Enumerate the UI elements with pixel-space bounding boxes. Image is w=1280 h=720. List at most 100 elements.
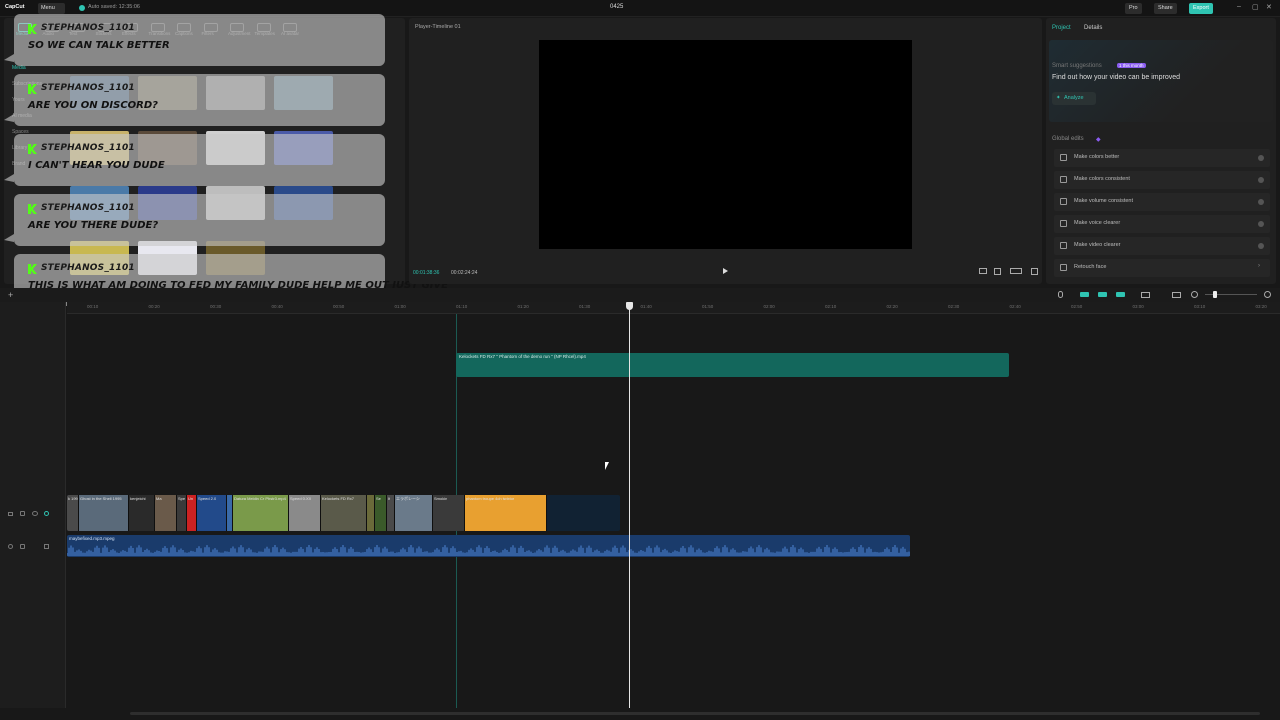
video-clip[interactable]: Kelockets FD Rx7	[321, 495, 367, 531]
zoom-out-icon[interactable]	[1191, 291, 1198, 298]
link-icon[interactable]	[1098, 292, 1107, 297]
timeline-scrollbar[interactable]	[130, 712, 1260, 715]
video-clip[interactable]: エラボレーシ	[395, 495, 433, 531]
playhead[interactable]	[629, 302, 630, 708]
smart-suggestions-card	[1049, 40, 1273, 122]
magnet-icon[interactable]	[1080, 292, 1089, 297]
smart-suggestions-title: Smart suggestions	[1052, 63, 1102, 69]
track-headers	[0, 302, 66, 708]
ruler-tick: 02:50	[1071, 304, 1083, 309]
ruler-tick: 02:30	[948, 304, 960, 309]
ruler-tick: 02:10	[825, 304, 837, 309]
audio-track-icon	[8, 544, 13, 549]
ruler-tick: 03:00	[1132, 304, 1144, 309]
global-edit-make-video-clearer[interactable]: Make video clearer	[1054, 237, 1270, 255]
playhead-handle[interactable]	[626, 302, 633, 310]
ruler-tick: 02:40	[1009, 304, 1021, 309]
preview-axis-icon[interactable]	[1116, 292, 1125, 297]
waveform-bars	[67, 545, 910, 556]
close-icon[interactable]: ✕	[1266, 3, 1272, 11]
mute-icon[interactable]	[44, 544, 49, 549]
audio-toggle-icon[interactable]	[44, 511, 49, 516]
mic-icon[interactable]	[1058, 291, 1063, 298]
chat-message: STEPHANOS_1101 I can't hear you dude	[4, 134, 385, 186]
minimize-icon[interactable]: –	[1237, 3, 1241, 10]
video-clip[interactable]: Datura Meldin Cr Phstr3.mp4	[233, 495, 289, 531]
video-clip[interactable]: Speed 2.0	[197, 495, 227, 531]
audio-lock-icon[interactable]	[20, 544, 25, 549]
fullscreen-icon[interactable]	[1031, 268, 1038, 275]
chat-username: STEPHANOS_1101	[41, 83, 135, 93]
ruler-tick: 03:10	[1194, 304, 1206, 309]
video-clip[interactable]: phantom troupe 4ch twixtor	[465, 495, 547, 531]
kick-icon	[28, 204, 37, 214]
clip-name: Kelockets FD Rx7	[322, 496, 355, 501]
fit-icon[interactable]	[979, 268, 987, 274]
chat-username: STEPHANOS_1101	[41, 143, 135, 153]
zoom-handle[interactable]	[1213, 291, 1217, 298]
crop-icon[interactable]	[994, 268, 1001, 275]
chat-tail	[4, 54, 14, 62]
pro-button[interactable]: Pro	[1125, 3, 1142, 14]
video-clip[interactable]: Smokin	[433, 495, 465, 531]
play-icon[interactable]	[723, 268, 728, 274]
global-edit-make-volume-consistent[interactable]: Make volume consistent	[1054, 193, 1270, 211]
chat-message: STEPHANOS_1101 Are you on discord?	[4, 74, 385, 126]
video-clip[interactable]: It	[387, 495, 395, 531]
player-title: Player-Timeline 01	[415, 24, 461, 30]
ruler-tick: 03:20	[1255, 304, 1267, 309]
maximize-icon[interactable]: ▢	[1252, 3, 1259, 11]
analyze-button[interactable]: ✦ Analyze	[1052, 92, 1096, 105]
global-edit-make-colors-consistent[interactable]: Make colors consistent	[1054, 171, 1270, 189]
ratio-icon[interactable]	[1010, 268, 1022, 274]
project-title: 0425	[610, 4, 624, 10]
video-clip[interactable]: Un	[187, 495, 197, 531]
clip-name: phantom troupe 4ch twixtor	[466, 496, 515, 501]
timeline-toolbar: +	[0, 288, 1280, 302]
toggle-switch[interactable]	[1258, 199, 1264, 205]
toggle-switch[interactable]	[1258, 243, 1264, 249]
time-ruler[interactable]	[67, 302, 1280, 314]
add-icon[interactable]: +	[8, 290, 13, 300]
toggle-switch[interactable]	[1258, 155, 1264, 161]
video-clip[interactable]: k 1995	[67, 495, 79, 531]
video-clip[interactable]: Ma	[155, 495, 177, 531]
edit-label: Make video clearer	[1074, 242, 1121, 248]
video-clip[interactable]: Ghost in the Shell 1995	[79, 495, 129, 531]
chat-tail	[4, 114, 14, 122]
clip-name: Se	[376, 496, 381, 501]
main-video-track[interactable]: k 1995 Ghost in the Shell 1995 kenjeichi…	[67, 495, 620, 531]
share-button[interactable]: Share	[1154, 3, 1177, 14]
global-edit-retouch-face[interactable]: Retouch face ›	[1054, 259, 1270, 277]
lock-icon[interactable]	[20, 511, 25, 516]
tab-details[interactable]: Details	[1084, 25, 1102, 31]
clip-name: Spe	[178, 496, 186, 501]
edit-icon	[1060, 220, 1067, 227]
audio-clip[interactable]: maybefixed.mp3.mpeg	[67, 535, 910, 557]
zoom-in-icon[interactable]	[1264, 291, 1271, 298]
clip-name: Ma	[156, 496, 162, 501]
chat-text: I can't hear you dude	[28, 160, 165, 171]
split-icon[interactable]	[1141, 292, 1150, 298]
overlay-video-clip[interactable]: Kelockets FD Rx7 " Phantom of the demo r…	[456, 353, 1009, 377]
export-button[interactable]: Export	[1189, 3, 1213, 14]
eye-icon[interactable]	[32, 511, 38, 516]
global-edit-make-colors-better[interactable]: Make colors better	[1054, 149, 1270, 167]
video-clip[interactable]: Speed 0.XX	[289, 495, 321, 531]
overlay-clip-name: Kelockets FD Rx7 " Phantom of the demo r…	[459, 354, 586, 359]
screen-icon[interactable]	[1172, 292, 1181, 298]
video-clip[interactable]: Spe	[177, 495, 187, 531]
chevron-right-icon[interactable]: ›	[1258, 263, 1264, 269]
video-clip[interactable]: Se	[375, 495, 387, 531]
video-clip[interactable]: kenjeichi	[129, 495, 155, 531]
ruler-tick: 01:00	[394, 304, 406, 309]
toggle-switch[interactable]	[1258, 221, 1264, 227]
global-edit-make-voice-clearer[interactable]: Make voice clearer	[1054, 215, 1270, 233]
menu-button[interactable]: Menu	[38, 3, 65, 14]
smart-badge: 1 this month	[1117, 63, 1146, 68]
tab-project[interactable]: Project	[1052, 25, 1071, 31]
autosave-status: Auto saved: 12:35:06	[88, 4, 140, 10]
video-clip[interactable]	[367, 495, 375, 531]
ruler-tick: 01:30	[579, 304, 591, 309]
toggle-switch[interactable]	[1258, 177, 1264, 183]
